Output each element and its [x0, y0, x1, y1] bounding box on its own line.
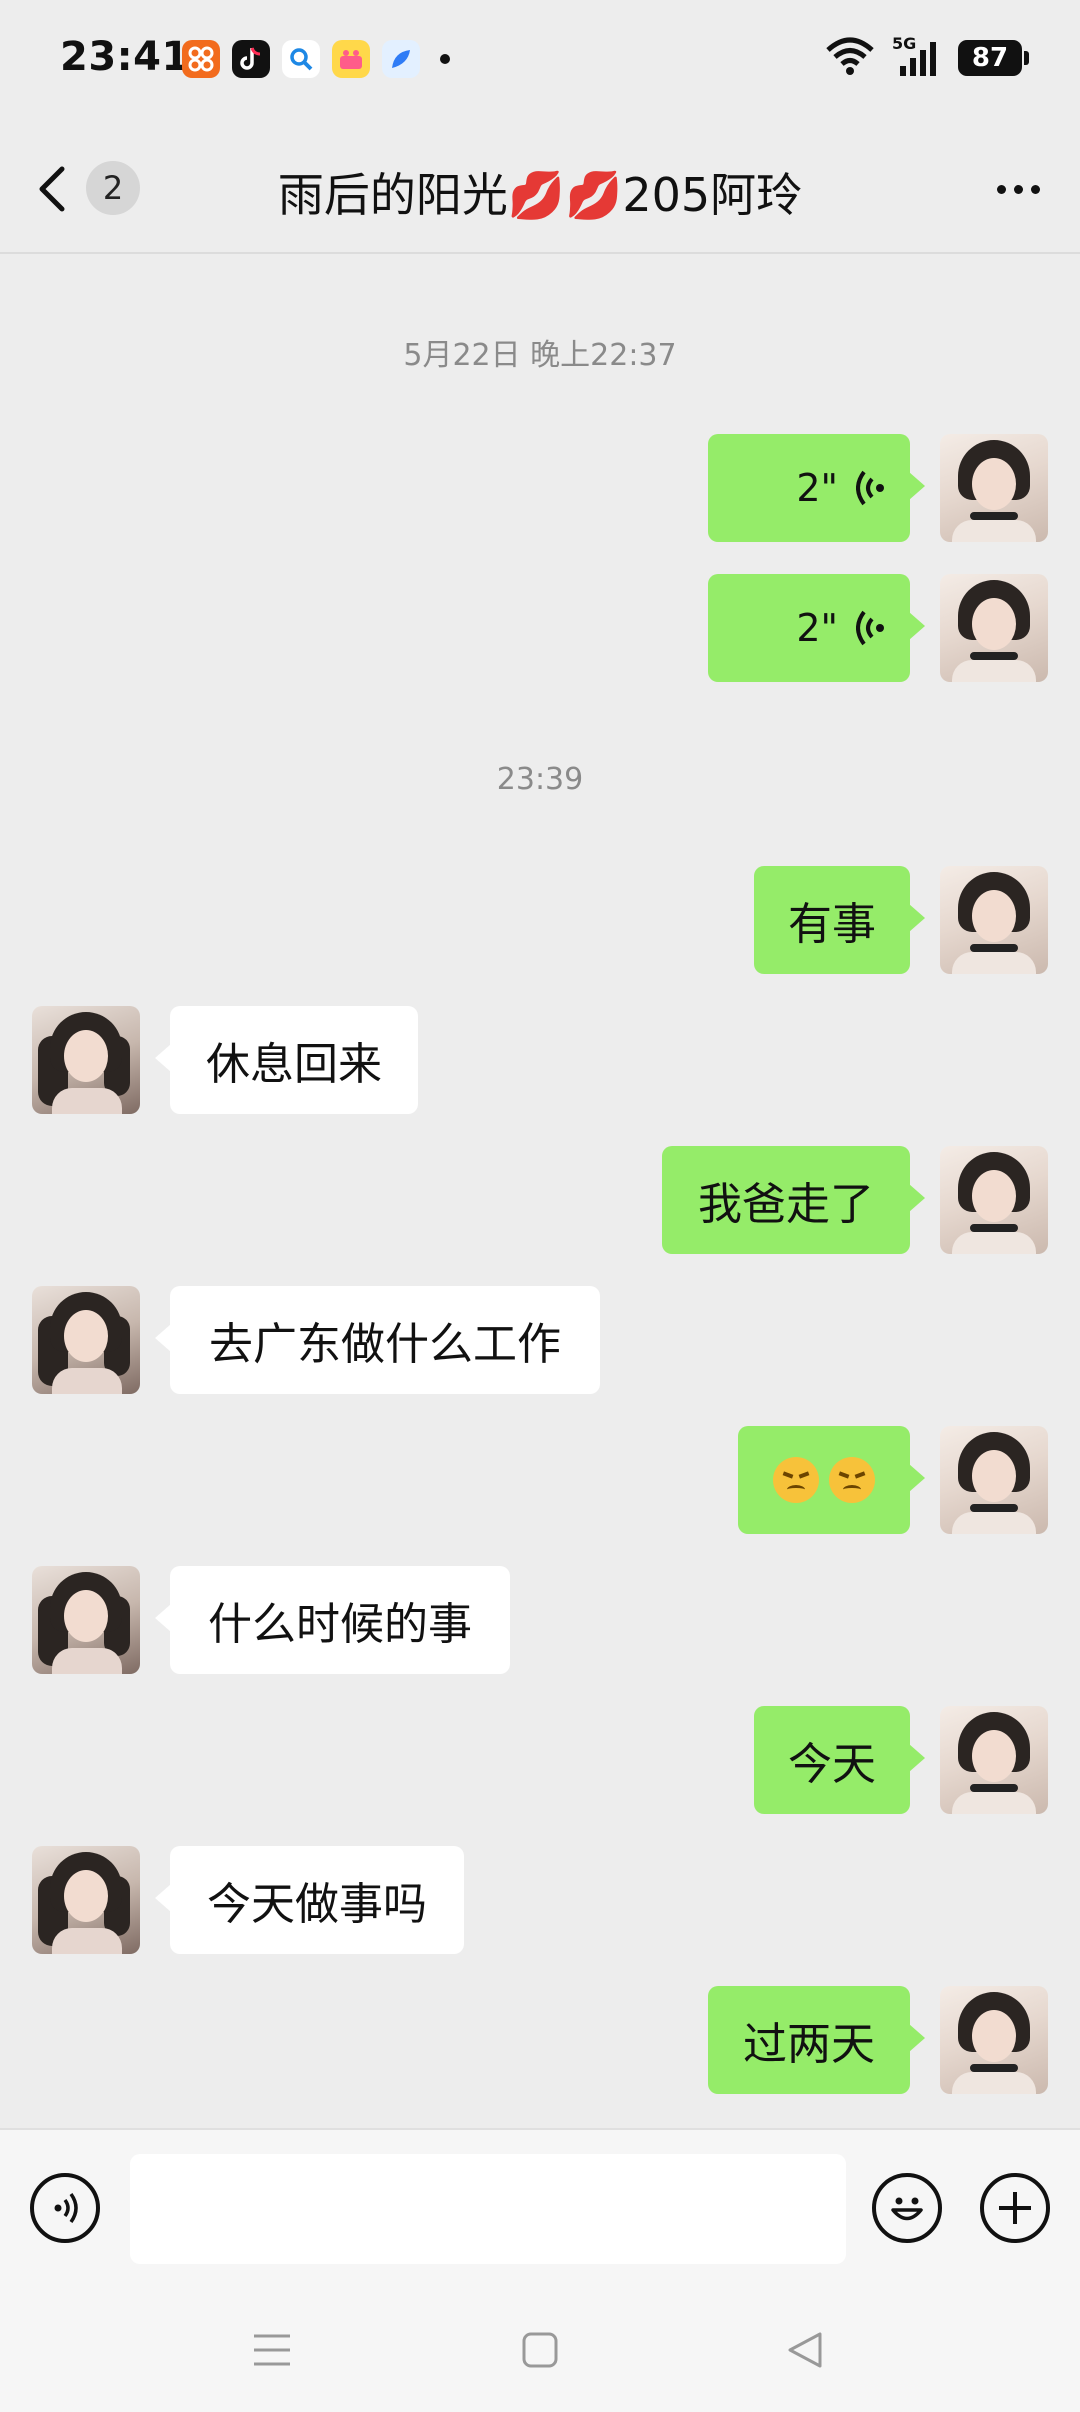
- home-button[interactable]: [510, 2320, 570, 2380]
- contact-avatar[interactable]: [32, 1566, 140, 1674]
- voice-wave-icon: [856, 610, 884, 646]
- app-grid-icon: [182, 40, 220, 78]
- more-dots-icon: [996, 184, 1006, 194]
- my-avatar[interactable]: [940, 1706, 1048, 1814]
- contact-avatar[interactable]: [32, 1006, 140, 1114]
- notification-icons: [182, 40, 450, 78]
- search-app-icon: [282, 40, 320, 78]
- back-icon: [788, 2332, 822, 2368]
- voice-message-bubble[interactable]: 2": [708, 574, 925, 682]
- message-bubble[interactable]: 有事: [754, 866, 925, 974]
- voice-message-bubble[interactable]: 2": [708, 434, 925, 542]
- more-notifications-dot: [440, 54, 450, 64]
- emoji-icon: [891, 2197, 923, 2221]
- message-input-bar: [0, 2128, 1080, 2286]
- cake-app-icon: [332, 40, 370, 78]
- tiktok-icon: [232, 40, 270, 78]
- status-indicators: 5G 87: [824, 34, 1029, 80]
- message-bubble[interactable]: 去广东做什么工作: [155, 1286, 600, 1394]
- voice-wave-icon: [856, 470, 884, 506]
- more-dot: [1013, 184, 1023, 194]
- menu-icon: [254, 2334, 290, 2366]
- more-actions-button[interactable]: [980, 2173, 1050, 2243]
- contact-avatar[interactable]: [32, 1286, 140, 1394]
- system-navigation-bar: [0, 2284, 1080, 2412]
- plus-icon: [999, 2192, 1031, 2224]
- message-bubble[interactable]: 什么时候的事: [155, 1566, 510, 1674]
- my-avatar[interactable]: [940, 1146, 1048, 1254]
- tears-emoji-icon: [773, 1457, 819, 1503]
- contact-avatar[interactable]: [32, 1846, 140, 1954]
- my-avatar[interactable]: [940, 866, 1048, 974]
- feather-app-icon: [382, 40, 420, 78]
- cellular-signal-icon: 5G: [892, 34, 942, 78]
- recent-apps-button[interactable]: [242, 2320, 302, 2380]
- emoji-button[interactable]: [872, 2173, 942, 2243]
- message-bubble[interactable]: 今天: [754, 1706, 925, 1814]
- system-back-button[interactable]: [776, 2320, 836, 2380]
- tears-emoji-icon: [829, 1457, 875, 1503]
- emoji-message-bubble[interactable]: [738, 1426, 925, 1534]
- message-bubble[interactable]: 今天做事吗: [155, 1846, 464, 1954]
- voice-duration: 2": [796, 606, 838, 650]
- status-time: 23:41: [60, 34, 190, 80]
- my-avatar[interactable]: [940, 574, 1048, 682]
- message-bubble[interactable]: 休息回来: [155, 1006, 418, 1114]
- message-timestamp: 5月22日 晚上22:37: [403, 338, 677, 373]
- my-avatar[interactable]: [940, 1426, 1048, 1534]
- message-text-input[interactable]: [130, 2154, 846, 2264]
- more-options-button[interactable]: [990, 177, 1046, 201]
- more-dot: [1030, 184, 1040, 194]
- wifi-icon: [824, 36, 876, 80]
- status-bar: 23:41 5G 87: [0, 0, 1080, 125]
- home-icon: [522, 2332, 558, 2368]
- message-timestamp: 23:39: [496, 762, 584, 797]
- voice-input-icon: [54, 2192, 78, 2224]
- chat-title: 雨后的阳光💋💋205阿玲: [277, 168, 803, 222]
- battery-indicator: 87: [958, 40, 1029, 76]
- message-bubble[interactable]: 我爸走了: [662, 1146, 925, 1254]
- my-avatar[interactable]: [940, 434, 1048, 542]
- my-avatar[interactable]: [940, 1986, 1048, 2094]
- voice-input-button[interactable]: [30, 2173, 100, 2243]
- message-bubble[interactable]: 过两天: [708, 1986, 925, 2094]
- voice-duration: 2": [796, 466, 838, 510]
- chat-header: 2 雨后的阳光💋💋205阿玲: [0, 125, 1080, 254]
